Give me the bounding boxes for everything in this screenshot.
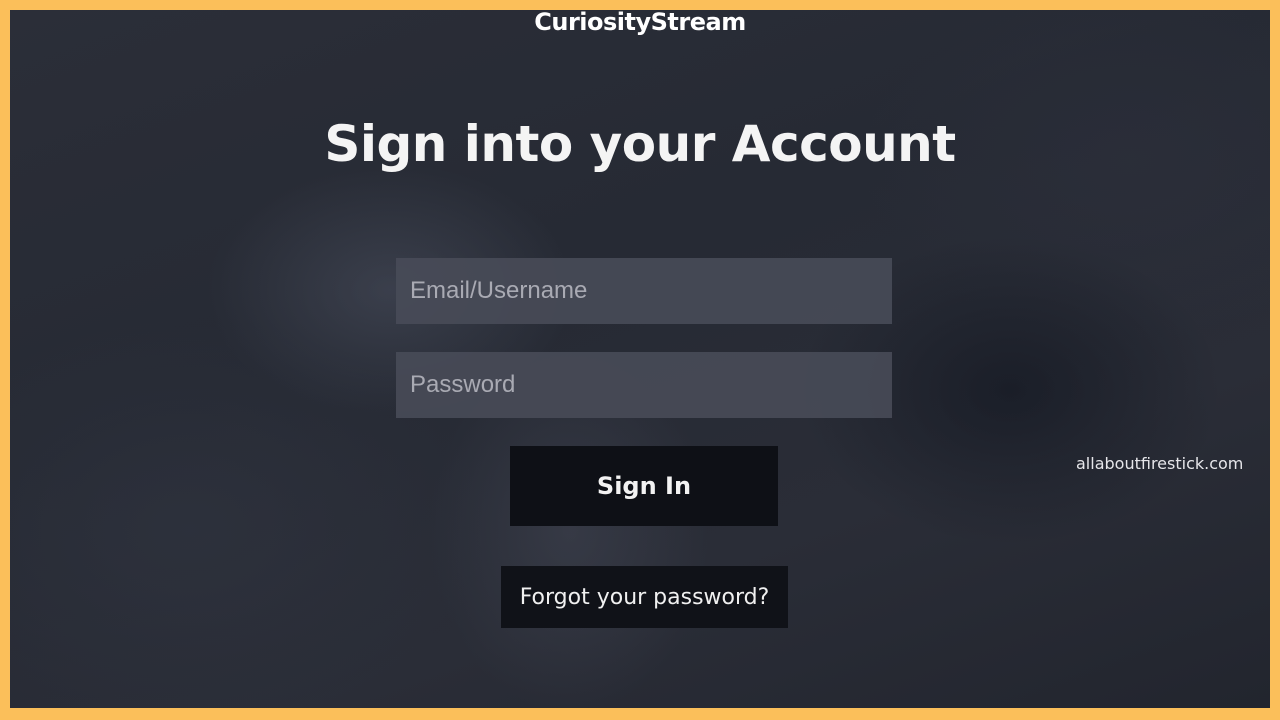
- forgot-password-button[interactable]: Forgot your password?: [501, 566, 788, 628]
- sign-in-button[interactable]: Sign In: [510, 446, 778, 526]
- page-title: Sign into your Account: [324, 115, 956, 173]
- app-screen: CuriosityStream Sign into your Account S…: [10, 10, 1270, 708]
- password-field[interactable]: [396, 352, 892, 418]
- app-logo: CuriosityStream: [534, 10, 746, 36]
- email-field[interactable]: [396, 258, 892, 324]
- watermark: allaboutfirestick.com: [1076, 454, 1244, 473]
